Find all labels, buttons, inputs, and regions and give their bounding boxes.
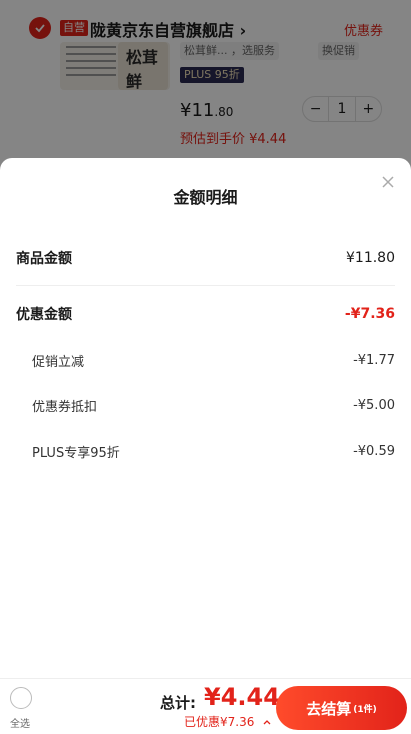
row-label: 优惠金额 <box>16 307 72 323</box>
coupon-discount-row: 优惠券抵扣 -¥5.00 <box>32 396 395 415</box>
close-button[interactable] <box>380 174 396 190</box>
amount-detail-sheet: 金额明细 商品金额 ¥11.80 优惠金额 -¥7.36 促销立减 -¥1.77… <box>0 158 411 678</box>
promo-discount-row: 促销立减 -¥1.77 <box>32 351 395 370</box>
checkout-label: 去结算 <box>306 699 352 718</box>
saved-amount[interactable]: 已优惠¥7.36 <box>184 713 254 730</box>
row-label: 促销立减 <box>32 355 85 370</box>
checkout-count: (1件) <box>353 704 377 715</box>
row-label: PLUS专享95折 <box>32 446 120 461</box>
divider <box>16 285 395 286</box>
row-value: -¥0.59 <box>353 444 395 459</box>
total-value: ¥4.44 <box>204 683 280 711</box>
row-value: -¥5.00 <box>353 398 395 413</box>
goods-amount-row: 商品金额 ¥11.80 <box>16 248 395 268</box>
discount-amount-row: 优惠金额 -¥7.36 <box>16 304 395 324</box>
chevron-up-icon[interactable] <box>262 717 272 727</box>
checkout-button[interactable]: 去结算 (1件) <box>276 686 407 730</box>
modal-overlay[interactable] <box>0 0 411 180</box>
total-label: 总计: <box>160 694 196 712</box>
checkout-bar: 全选 总计: ¥4.44 已优惠¥7.36 去结算 (1件) <box>0 678 411 734</box>
row-value: -¥1.77 <box>353 353 395 368</box>
row-value: -¥7.36 <box>344 306 395 322</box>
row-label: 商品金额 <box>16 251 72 267</box>
select-all-checkbox[interactable] <box>10 687 32 709</box>
sheet-title: 金额明细 <box>173 188 238 207</box>
close-icon <box>382 176 394 188</box>
row-label: 优惠券抵扣 <box>32 400 98 415</box>
select-all-label[interactable]: 全选 <box>10 715 30 730</box>
plus-discount-row: PLUS专享95折 -¥0.59 <box>32 442 395 461</box>
row-value: ¥11.80 <box>346 250 395 266</box>
